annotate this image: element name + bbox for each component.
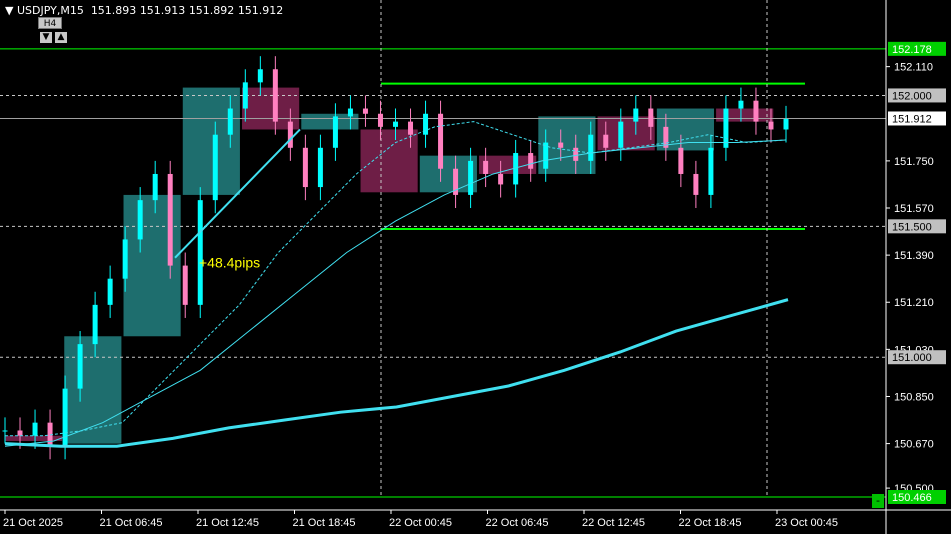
price-tick-label: 150.850 [894, 391, 934, 403]
candle-body [573, 147, 579, 161]
candle-body [408, 121, 414, 135]
timeframe-h4-button[interactable]: H4 [38, 17, 62, 29]
candle-body [783, 119, 789, 130]
candle-body [588, 134, 594, 161]
price-tick-label: 151.570 [894, 203, 934, 215]
candle-body [242, 82, 248, 109]
triangle-up-icon[interactable]: ▲ [55, 32, 67, 43]
ma-slow-line [4, 298, 789, 448]
menu-triangle-icon[interactable]: ▼ [5, 4, 13, 17]
candle-body [287, 121, 293, 148]
candle-body [648, 108, 654, 127]
candle-body [212, 134, 218, 201]
price-chart[interactable]: +48.4pips 152.110 151.750 151.570 151.390 151… [0, 0, 951, 534]
candle-body [483, 160, 489, 174]
candle-body [438, 113, 444, 169]
candle-body [618, 121, 624, 148]
price-tick-label: 151.210 [894, 297, 934, 309]
bid-value: 151.893 [90, 4, 137, 17]
candle-body [122, 239, 128, 279]
time-tick-label: 23 Oct 00:45 [775, 517, 838, 529]
candle-body [633, 108, 639, 122]
high-value: 151.913 [139, 4, 186, 17]
price-label: 151.912 [892, 113, 932, 125]
pips-annotation: +48.4pips [199, 255, 260, 271]
price-tick-label: 150.670 [894, 439, 934, 451]
candle-body [738, 100, 744, 109]
h4-box [360, 129, 418, 193]
low-value: 151.892 [188, 4, 235, 17]
candle-body [272, 69, 278, 122]
candle-body [347, 108, 353, 117]
time-tick-label: 21 Oct 18:45 [293, 517, 356, 529]
candle-body [257, 69, 263, 83]
candle-body [603, 134, 609, 148]
candle-body [498, 173, 504, 185]
candle-body [332, 116, 338, 148]
candle-body [393, 121, 398, 127]
candle-body [678, 147, 684, 174]
h4-box [182, 87, 240, 195]
h4-box [64, 336, 122, 444]
candle-body [137, 200, 143, 240]
time-tick-label: 22 Oct 18:45 [679, 517, 742, 529]
candle-body [302, 147, 308, 188]
price-tick-label: 151.390 [894, 250, 934, 262]
corner-button[interactable]: - [872, 494, 884, 508]
price-label: 150.466 [892, 492, 932, 504]
candle-body [377, 113, 383, 127]
chart-header: ▼ USDJPY,M15 151.893 151.913 151.892 151… [5, 4, 283, 17]
price-label: 151.000 [892, 352, 932, 364]
time-tick-label: 21 Oct 2025 [3, 517, 63, 529]
time-tick-label: 21 Oct 06:45 [100, 517, 163, 529]
candle-body [107, 278, 113, 305]
candle-body [197, 200, 203, 305]
candle-body [558, 142, 564, 148]
price-tick-label: 151.750 [894, 156, 934, 168]
candle-body [32, 422, 38, 436]
candle-body [768, 121, 774, 130]
candle-body [723, 108, 729, 148]
price-tick-label: 152.110 [894, 62, 933, 74]
price-label: 151.500 [892, 221, 932, 233]
candle-body [92, 304, 98, 345]
candle-body [753, 100, 759, 122]
time-tick-label: 22 Oct 00:45 [389, 517, 452, 529]
candle-body [708, 147, 714, 195]
candle-body [227, 108, 233, 135]
symbol-timeframe: USDJPY,M15 [16, 4, 84, 17]
triangle-down-icon[interactable]: ▼ [40, 32, 52, 43]
candle-body [167, 173, 173, 266]
candle-body [468, 160, 474, 195]
price-label: 152.000 [892, 90, 932, 102]
candle-body [317, 147, 323, 188]
candle-body [17, 430, 23, 436]
candle-body [362, 108, 368, 114]
candle-body [2, 430, 8, 432]
candle-body [182, 265, 188, 305]
candle-body [77, 344, 83, 389]
candle-body [152, 173, 158, 201]
time-tick-label: 22 Oct 12:45 [582, 517, 645, 529]
candle-body [693, 173, 699, 195]
h4-box [5, 435, 63, 441]
candle-body [528, 153, 534, 169]
time-tick-label: 22 Oct 06:45 [486, 517, 549, 529]
price-label: 152.178 [892, 44, 932, 56]
close-value: 151.912 [237, 4, 284, 17]
time-tick-label: 21 Oct 12:45 [196, 517, 259, 529]
